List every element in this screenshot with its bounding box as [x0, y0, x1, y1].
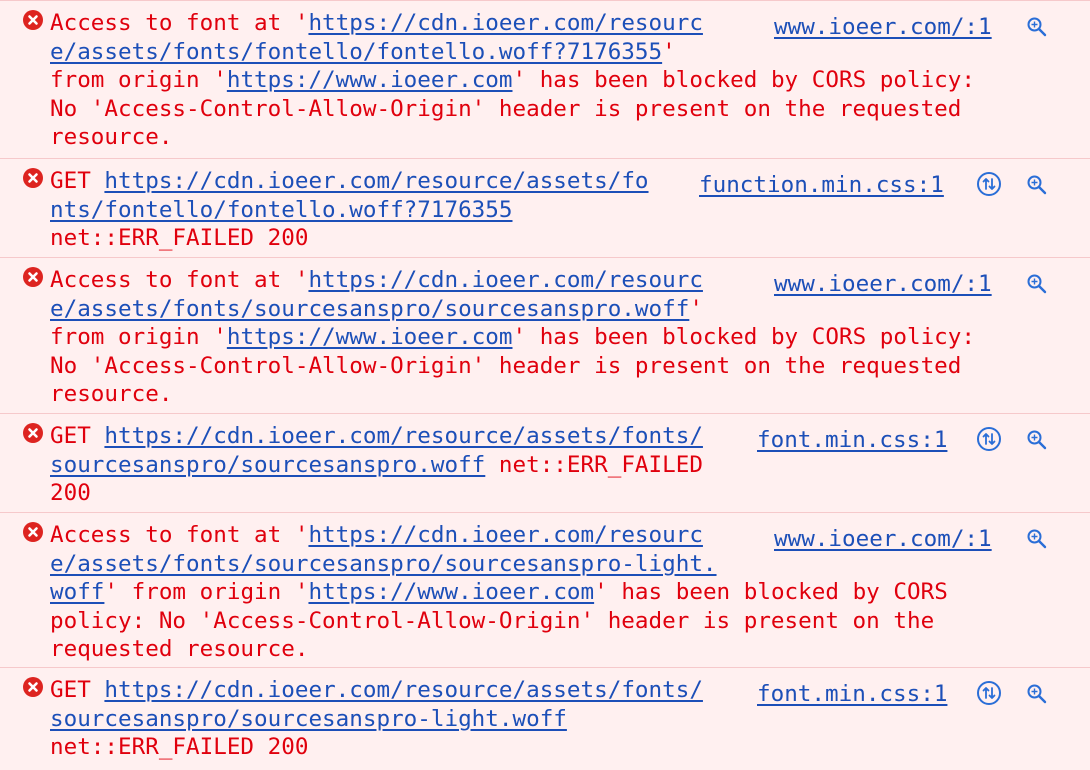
- network-request-icon[interactable]: [977, 681, 1001, 705]
- search-icon[interactable]: [1025, 428, 1049, 452]
- url-link[interactable]: https://cdn.ioeer.com/resourc: [308, 267, 702, 293]
- source-link[interactable]: font.min.css:1: [757, 426, 947, 455]
- url-link[interactable]: https://cdn.ioeer.com/resource/assets/fo…: [104, 677, 703, 703]
- source-link[interactable]: function.min.css:1: [699, 171, 944, 200]
- url-link[interactable]: sourcesanspro/sourcesanspro.woff: [50, 452, 485, 478]
- console-error-message: Access to font at 'https://cdn.ioeer.com…: [0, 257, 1090, 413]
- url-link[interactable]: https://www.ioeer.com: [227, 67, 513, 93]
- message-segment: resource.: [50, 124, 173, 151]
- network-request-icon[interactable]: [977, 172, 1001, 196]
- message-segment: No 'Access-Control-Allow-Origin' header …: [50, 95, 962, 122]
- message-segment: policy: No 'Access-Control-Allow-Origin'…: [50, 607, 935, 634]
- url-link[interactable]: https://cdn.ioeer.com/resourc: [308, 10, 702, 36]
- error-icon: [23, 423, 43, 443]
- source-link[interactable]: www.ioeer.com/:1: [774, 270, 992, 299]
- message-text: GET https://cdn.ioeer.com/resource/asset…: [50, 676, 703, 762]
- console-error-message: GET https://cdn.ioeer.com/resource/asset…: [0, 413, 1090, 512]
- message-segment: net::ERR_FAILED 200: [50, 734, 309, 761]
- message-segment: ': [689, 295, 703, 322]
- url-link[interactable]: https://www.ioeer.com: [308, 579, 594, 605]
- search-icon[interactable]: [1025, 682, 1049, 706]
- url-link[interactable]: e/assets/fonts/fontello/fontello.woff?71…: [50, 39, 662, 65]
- message-segment: resource.: [50, 381, 173, 408]
- url-link[interactable]: woff: [50, 579, 104, 605]
- network-request-icon[interactable]: [977, 427, 1001, 451]
- message-segment: from origin ': [50, 67, 227, 94]
- search-icon[interactable]: [1025, 15, 1049, 39]
- url-link[interactable]: https://cdn.ioeer.com/resource/assets/fo: [104, 168, 648, 194]
- search-icon[interactable]: [1025, 272, 1049, 296]
- search-icon[interactable]: [1025, 173, 1049, 197]
- url-link[interactable]: e/assets/fonts/sourcesanspro/sourcesansp…: [50, 551, 717, 577]
- console-error-message: GET https://cdn.ioeer.com/resource/asset…: [0, 158, 1090, 257]
- message-segment: Access to font at ': [50, 267, 309, 293]
- url-link[interactable]: nts/fontello/fontello.woff?7176355: [50, 197, 513, 223]
- url-link[interactable]: https://www.ioeer.com: [227, 324, 513, 350]
- message-text: GET https://cdn.ioeer.com/resource/asset…: [50, 422, 703, 508]
- message-segment: net::ERR_FAILED: [485, 451, 703, 478]
- message-segment: ' has been blocked by CORS policy:: [512, 67, 976, 94]
- url-link[interactable]: e/assets/fonts/sourcesanspro/sourcesansp…: [50, 296, 689, 322]
- error-icon: [23, 267, 43, 287]
- message-segment: Access to font at ': [50, 522, 309, 548]
- message-text: GET https://cdn.ioeer.com/resource/asset…: [50, 167, 649, 253]
- message-segment: No 'Access-Control-Allow-Origin' header …: [50, 352, 962, 379]
- message-segment: GET: [50, 677, 105, 703]
- url-link[interactable]: https://cdn.ioeer.com/resource/assets/fo…: [104, 423, 703, 449]
- message-segment: ' has been blocked by CORS policy:: [512, 324, 976, 351]
- message-segment: ' from origin ': [104, 579, 309, 606]
- error-icon: [23, 10, 43, 30]
- message-segment: ': [662, 38, 676, 65]
- message-segment: Access to font at ': [50, 10, 309, 36]
- url-link[interactable]: https://cdn.ioeer.com/resourc: [308, 522, 702, 548]
- message-segment: from origin ': [50, 324, 227, 351]
- message-segment: ' has been blocked by CORS: [594, 579, 948, 606]
- source-link[interactable]: www.ioeer.com/:1: [774, 13, 992, 42]
- error-icon: [23, 168, 43, 188]
- source-link[interactable]: font.min.css:1: [757, 680, 947, 709]
- message-segment: GET: [50, 168, 105, 194]
- url-link[interactable]: sourcesanspro/sourcesanspro-light.woff: [50, 706, 567, 732]
- console-error-message: Access to font at 'https://cdn.ioeer.com…: [0, 512, 1090, 667]
- search-icon[interactable]: [1025, 527, 1049, 551]
- message-segment: net::ERR_FAILED 200: [50, 225, 309, 252]
- console-panel: Access to font at 'https://cdn.ioeer.com…: [0, 0, 1090, 770]
- console-error-message: GET https://cdn.ioeer.com/resource/asset…: [0, 667, 1090, 770]
- error-icon: [23, 522, 43, 542]
- console-error-message: Access to font at 'https://cdn.ioeer.com…: [0, 0, 1090, 158]
- source-link[interactable]: www.ioeer.com/:1: [774, 525, 992, 554]
- message-segment: GET: [50, 423, 105, 449]
- message-segment: 200: [50, 480, 91, 507]
- message-segment: requested resource.: [50, 636, 309, 663]
- error-icon: [23, 677, 43, 697]
